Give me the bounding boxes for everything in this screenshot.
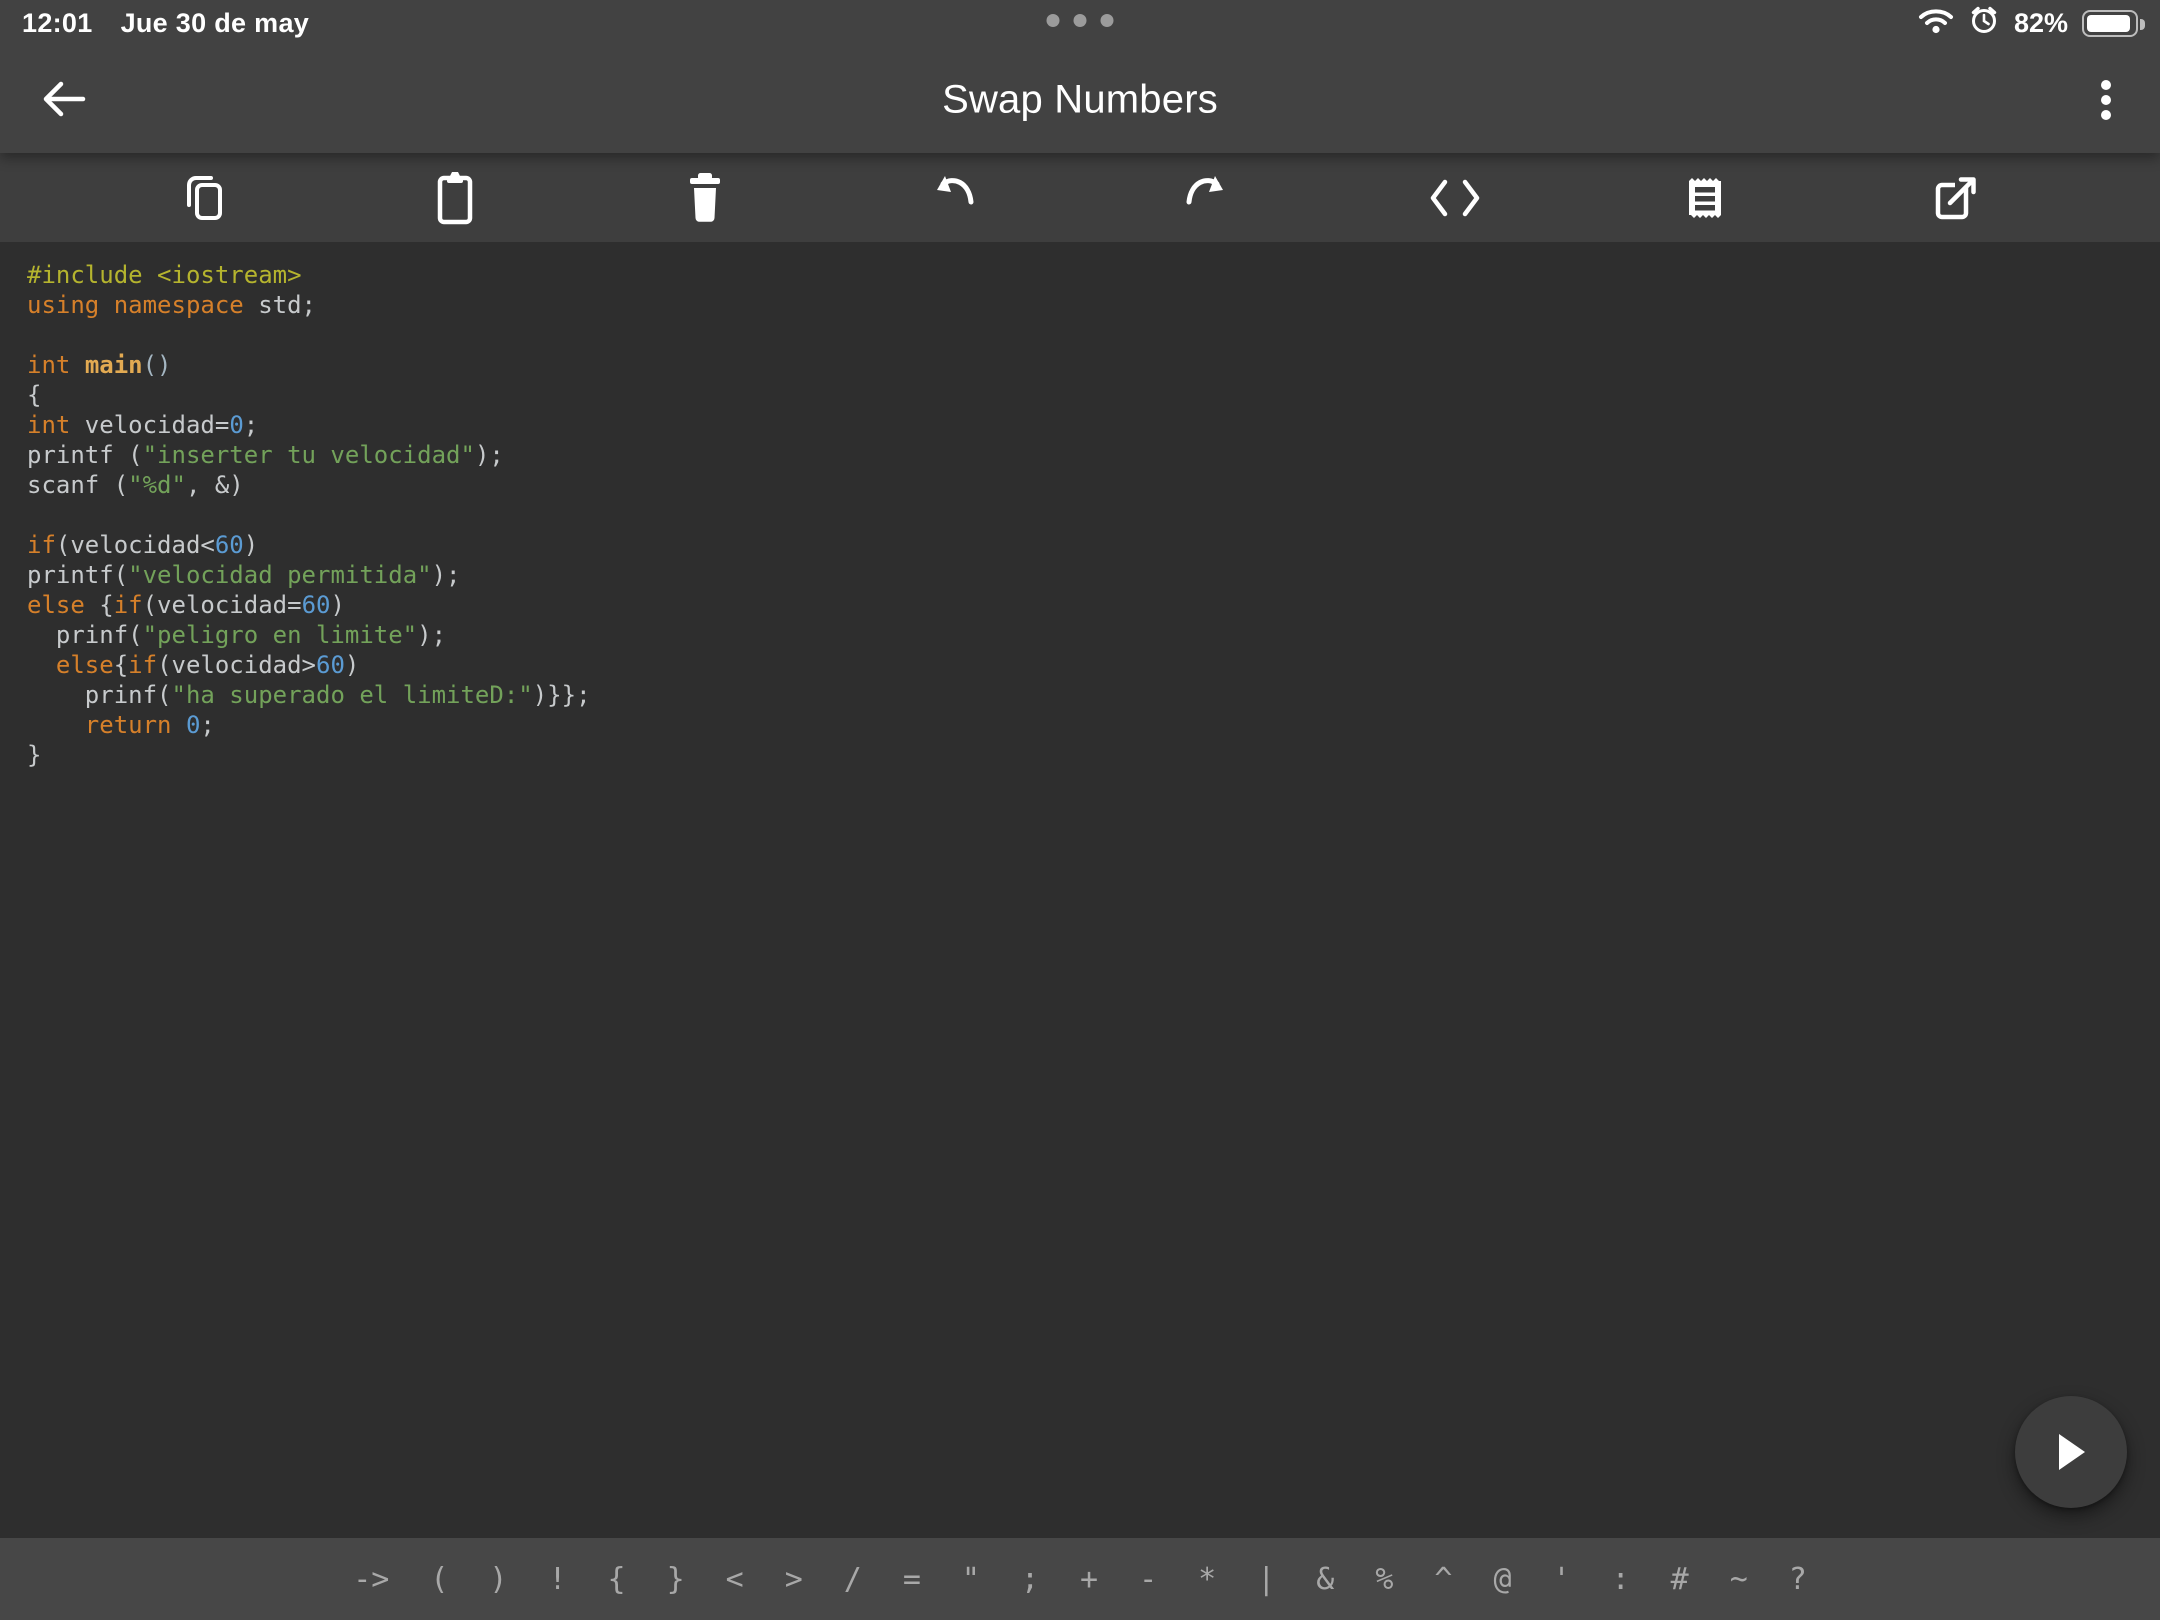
- symbol-key[interactable]: ): [489, 1562, 507, 1597]
- symbol-key[interactable]: ?: [1789, 1562, 1807, 1597]
- symbol-key[interactable]: =: [903, 1562, 921, 1597]
- nav-header: Swap Numbers: [0, 46, 2160, 153]
- copy-button[interactable]: [80, 153, 330, 242]
- paste-button[interactable]: [330, 153, 580, 242]
- top-chrome: 12:01 Jue 30 de may: [0, 0, 2160, 153]
- page-title: Swap Numbers: [0, 77, 2160, 122]
- symbol-key[interactable]: <: [726, 1562, 744, 1597]
- code-line: int velocidad=0;: [27, 410, 2140, 440]
- clipboard-icon: [432, 170, 478, 226]
- code-line: [27, 320, 2140, 350]
- symbol-key[interactable]: !: [548, 1562, 566, 1597]
- symbol-key[interactable]: +: [1080, 1562, 1098, 1597]
- insert-code-button[interactable]: [1330, 153, 1580, 242]
- play-icon: [2051, 1430, 2091, 1474]
- code-line: using namespace std;: [27, 290, 2140, 320]
- symbol-key[interactable]: (: [430, 1562, 448, 1597]
- redo-button[interactable]: [1080, 153, 1330, 242]
- wifi-icon: [1918, 6, 1954, 41]
- code-line: [27, 500, 2140, 530]
- editor-toolbar: [0, 153, 2160, 242]
- code-line: else {if(velocidad=60): [27, 590, 2140, 620]
- code-brackets-icon: [1425, 176, 1485, 220]
- code-line: scanf ("%d", &): [27, 470, 2140, 500]
- dot: [2101, 95, 2111, 105]
- symbol-key[interactable]: @: [1493, 1562, 1511, 1597]
- code-line: {: [27, 380, 2140, 410]
- symbol-key[interactable]: ^: [1434, 1562, 1452, 1597]
- status-time: 12:01: [22, 8, 93, 39]
- code-editor[interactable]: #include <iostream>using namespace std; …: [0, 242, 2160, 1538]
- symbol-key[interactable]: ;: [1021, 1562, 1039, 1597]
- code-line: printf("velocidad permitida");: [27, 560, 2140, 590]
- dot: [2101, 110, 2111, 120]
- output-button[interactable]: [1580, 153, 1830, 242]
- symbol-key[interactable]: -: [1139, 1562, 1157, 1597]
- copy-icon: [180, 171, 230, 225]
- code-line: int main(): [27, 350, 2140, 380]
- delete-button[interactable]: [580, 153, 830, 242]
- dot: [1047, 14, 1060, 27]
- overflow-menu-button[interactable]: [2086, 72, 2126, 128]
- symbol-key[interactable]: ~: [1730, 1562, 1748, 1597]
- dot: [1074, 14, 1087, 27]
- symbol-key[interactable]: &: [1316, 1562, 1334, 1597]
- symbol-key[interactable]: ': [1553, 1562, 1571, 1597]
- code-line: #include <iostream>: [27, 260, 2140, 290]
- symbol-key[interactable]: >: [785, 1562, 803, 1597]
- status-bar: 12:01 Jue 30 de may: [0, 0, 2160, 46]
- symbol-key[interactable]: {: [608, 1562, 626, 1597]
- code-line: }: [27, 740, 2140, 770]
- trash-icon: [683, 171, 727, 225]
- status-date: Jue 30 de may: [121, 8, 310, 39]
- symbol-key[interactable]: %: [1375, 1562, 1393, 1597]
- symbol-key[interactable]: #: [1671, 1562, 1689, 1597]
- battery-percent: 82%: [2014, 8, 2068, 39]
- symbol-key[interactable]: *: [1198, 1562, 1216, 1597]
- symbol-key[interactable]: |: [1257, 1562, 1275, 1597]
- code-line: prinf("ha superado el limiteD:")}};: [27, 680, 2140, 710]
- code-line: return 0;: [27, 710, 2140, 740]
- symbol-key[interactable]: /: [844, 1562, 862, 1597]
- symbol-key[interactable]: ": [962, 1562, 980, 1597]
- code-line: else{if(velocidad>60): [27, 650, 2140, 680]
- battery-icon: [2082, 10, 2138, 37]
- dot: [1101, 14, 1114, 27]
- undo-button[interactable]: [830, 153, 1080, 242]
- undo-icon: [929, 174, 981, 222]
- code-line: printf ("inserter tu velocidad");: [27, 440, 2140, 470]
- symbol-key[interactable]: }: [667, 1562, 685, 1597]
- run-button[interactable]: [2015, 1396, 2127, 1508]
- open-external-icon: [1930, 173, 1980, 223]
- open-external-button[interactable]: [1830, 153, 2080, 242]
- redo-icon: [1179, 174, 1231, 222]
- symbol-bar: -> ()! {} < > / = "; + - * | &% ^ @ ': # ~?: [0, 1538, 2160, 1620]
- dot: [2101, 80, 2111, 90]
- alarm-clock-icon: [1968, 4, 2000, 43]
- multitasking-dots-icon[interactable]: [1047, 14, 1114, 27]
- symbol-key[interactable]: :: [1612, 1562, 1630, 1597]
- receipt-icon: [1685, 176, 1725, 220]
- code-line: if(velocidad<60): [27, 530, 2140, 560]
- code-line: prinf("peligro en limite");: [27, 620, 2140, 650]
- symbol-key[interactable]: ->: [353, 1562, 389, 1597]
